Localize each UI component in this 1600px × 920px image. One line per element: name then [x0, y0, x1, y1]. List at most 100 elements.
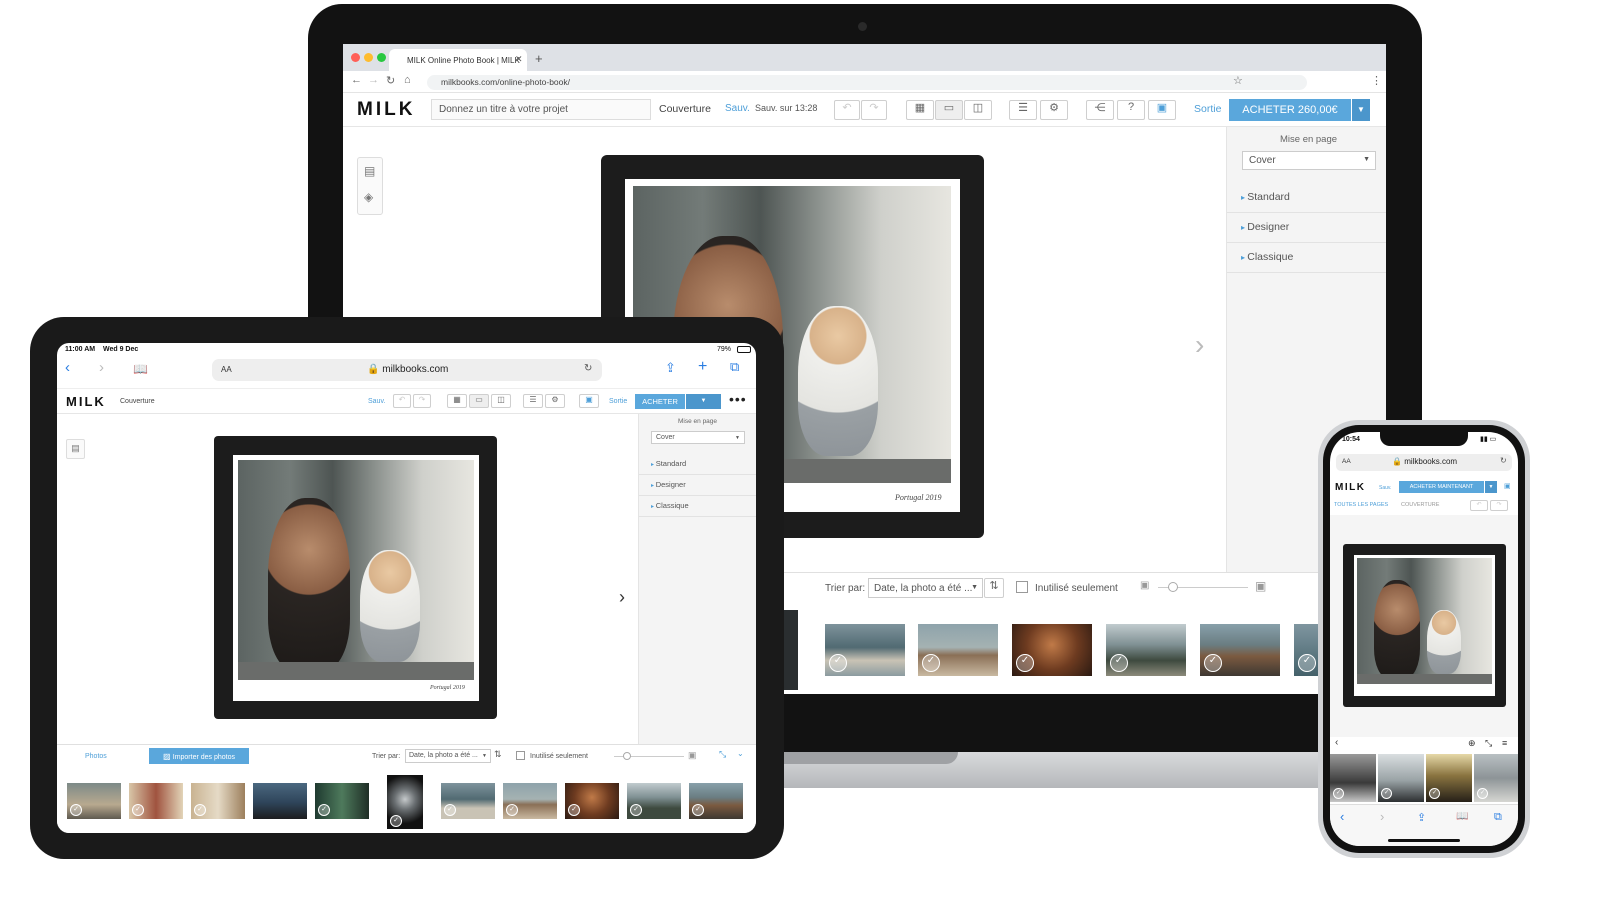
- buy-button[interactable]: ACHETER MAINTENANT: [1399, 481, 1484, 493]
- book-cover[interactable]: [1343, 544, 1506, 707]
- reload-icon[interactable]: ↻: [1500, 456, 1507, 465]
- sort-direction-button[interactable]: ⇅: [984, 578, 1004, 598]
- reader-aa-button[interactable]: AA: [221, 365, 232, 374]
- expand-icon[interactable]: ⤡: [719, 749, 726, 760]
- share-button[interactable]: ⋲: [1086, 100, 1114, 120]
- bookmarks-icon[interactable]: 📖: [133, 362, 148, 376]
- new-tab-icon[interactable]: +: [698, 358, 707, 376]
- chat-button[interactable]: ▣: [1148, 100, 1176, 120]
- photo-thumbnail[interactable]: ✓: [1330, 754, 1376, 802]
- next-page-chevron-icon[interactable]: ›: [619, 587, 625, 608]
- bookmark-star-icon[interactable]: ☆: [1233, 74, 1243, 87]
- sort-select[interactable]: Date, la photo a été ... ▼: [405, 749, 491, 763]
- tabs-icon[interactable]: ⧉: [1494, 811, 1502, 824]
- menu-icon[interactable]: ≡: [1502, 738, 1507, 748]
- buy-dropdown-button[interactable]: ▼: [1352, 99, 1370, 121]
- milk-logo[interactable]: MILK: [357, 99, 415, 121]
- paint-bucket-icon[interactable]: ◈: [364, 190, 373, 204]
- help-button[interactable]: ?: [1117, 100, 1145, 120]
- redo-button[interactable]: ↷: [1490, 500, 1508, 511]
- photos-tab[interactable]: Photos: [85, 753, 107, 760]
- maximize-window-icon[interactable]: [377, 53, 386, 62]
- sort-select[interactable]: Date, la photo a été ... ▼: [868, 578, 983, 598]
- photo-thumbnail[interactable]: ✓: [1294, 624, 1320, 676]
- layout-select[interactable]: Cover ▼: [651, 431, 745, 444]
- layout-item-designer[interactable]: ▸ Designer: [1227, 213, 1386, 243]
- cover-photo[interactable]: [238, 460, 474, 680]
- minimize-window-icon[interactable]: [364, 53, 373, 62]
- buy-button[interactable]: ACHETER 260,00€: [1229, 99, 1351, 121]
- photo-thumbnail[interactable]: ✓: [191, 783, 245, 819]
- layout-item-standard[interactable]: ▸ Standard: [639, 454, 756, 475]
- close-tab-icon[interactable]: ✕: [515, 54, 523, 65]
- buy-dropdown-button[interactable]: ▼: [1485, 481, 1497, 493]
- page-view-button[interactable]: ▭: [469, 394, 489, 408]
- buy-dropdown-button[interactable]: ▼: [686, 394, 721, 409]
- expand-icon[interactable]: ⤡: [1485, 738, 1492, 749]
- book-cover[interactable]: Portugal 2019: [214, 436, 497, 719]
- photo-thumbnail[interactable]: ✓: [1378, 754, 1424, 802]
- photo-thumbnail[interactable]: ✓: [565, 783, 619, 819]
- photo-thumbnail[interactable]: ✓: [1200, 624, 1280, 676]
- exit-button[interactable]: Sortie: [1194, 103, 1221, 115]
- layout-select[interactable]: Cover ▼: [1242, 151, 1376, 170]
- home-icon[interactable]: ⌂: [404, 74, 411, 86]
- grid-view-button[interactable]: ▦: [447, 394, 467, 408]
- layout-item-classique[interactable]: ▸ Classique: [1227, 243, 1386, 273]
- save-button[interactable]: Sauv.: [368, 398, 385, 405]
- photo-thumbnail[interactable]: ✓: [918, 624, 998, 676]
- url-field[interactable]: milkbooks.com/online-photo-book/: [427, 75, 1307, 90]
- share-icon[interactable]: ⇪: [1417, 811, 1426, 824]
- browser-tab[interactable]: MILK Online Photo Book | MILK: [389, 49, 527, 71]
- grid-view-button[interactable]: ▦: [906, 100, 934, 120]
- more-options-icon[interactable]: •••: [729, 391, 747, 407]
- redo-button[interactable]: ↷: [861, 100, 887, 120]
- unused-checkbox[interactable]: [516, 751, 525, 760]
- sort-direction-icon[interactable]: ⇅: [494, 749, 502, 760]
- reload-icon[interactable]: ↻: [386, 74, 395, 87]
- photo-thumbnail[interactable]: ✓: [1426, 754, 1472, 802]
- share-icon[interactable]: ⇪: [665, 360, 676, 376]
- page-name[interactable]: Couverture: [120, 398, 155, 405]
- bookmarks-icon[interactable]: 📖: [1456, 811, 1468, 822]
- photo-thumbnail[interactable]: ✓: [825, 624, 905, 676]
- cover-photo[interactable]: [1357, 558, 1492, 684]
- spread-view-button[interactable]: ◫: [491, 394, 511, 408]
- photo-thumbnail[interactable]: ✓: [441, 783, 495, 819]
- add-icon[interactable]: ⊕: [1468, 738, 1476, 749]
- exit-button[interactable]: Sortie: [609, 398, 627, 405]
- photo-thumbnail[interactable]: ✓: [1012, 624, 1092, 676]
- buy-button[interactable]: ACHETER: [635, 394, 685, 409]
- reader-aa-button[interactable]: AA: [1342, 458, 1351, 465]
- settings-gear-button[interactable]: ⚙: [545, 394, 565, 408]
- undo-button[interactable]: ↶: [393, 394, 411, 408]
- settings-gear-button[interactable]: ⚙: [1040, 100, 1068, 120]
- zoom-slider-handle[interactable]: [1168, 582, 1178, 592]
- save-button[interactable]: Sauv.: [725, 103, 750, 114]
- milk-logo[interactable]: MILK: [66, 394, 106, 409]
- photo-thumbnail-selected[interactable]: ✓: [387, 775, 423, 829]
- text-layout-icon[interactable]: ▤: [364, 164, 375, 178]
- forward-chevron-icon[interactable]: ›: [1380, 809, 1384, 824]
- photo-thumbnail[interactable]: ✓: [1106, 624, 1186, 676]
- reload-icon[interactable]: ↻: [584, 363, 592, 374]
- next-page-chevron-icon[interactable]: ›: [1195, 329, 1204, 361]
- unused-checkbox[interactable]: [1016, 581, 1028, 593]
- spread-view-button[interactable]: ◫: [964, 100, 992, 120]
- page-view-button[interactable]: ▭: [935, 100, 963, 120]
- breadcrumb-all-pages[interactable]: TOUTES LES PAGES: [1334, 502, 1388, 508]
- back-chevron-icon[interactable]: ‹: [1335, 737, 1338, 748]
- list-settings-button[interactable]: ☰: [523, 394, 543, 408]
- chat-button[interactable]: ▣: [579, 394, 599, 408]
- photo-thumbnail[interactable]: ✓: [315, 783, 369, 819]
- close-window-icon[interactable]: [351, 53, 360, 62]
- import-photos-button[interactable]: ▨ Importer des photos: [149, 748, 249, 764]
- safari-url-bar[interactable]: AA 🔒 milkbooks.com ↻: [212, 359, 602, 381]
- layout-item-classique[interactable]: ▸ Classique: [639, 496, 756, 517]
- undo-button[interactable]: ↶: [1470, 500, 1488, 511]
- milk-logo[interactable]: MILK: [1335, 482, 1365, 493]
- collapse-chevron-icon[interactable]: ⌄: [737, 749, 744, 758]
- chat-icon[interactable]: ▣: [1504, 482, 1511, 490]
- page-name[interactable]: Couverture: [659, 103, 711, 115]
- forward-chevron-icon[interactable]: ›: [99, 359, 104, 376]
